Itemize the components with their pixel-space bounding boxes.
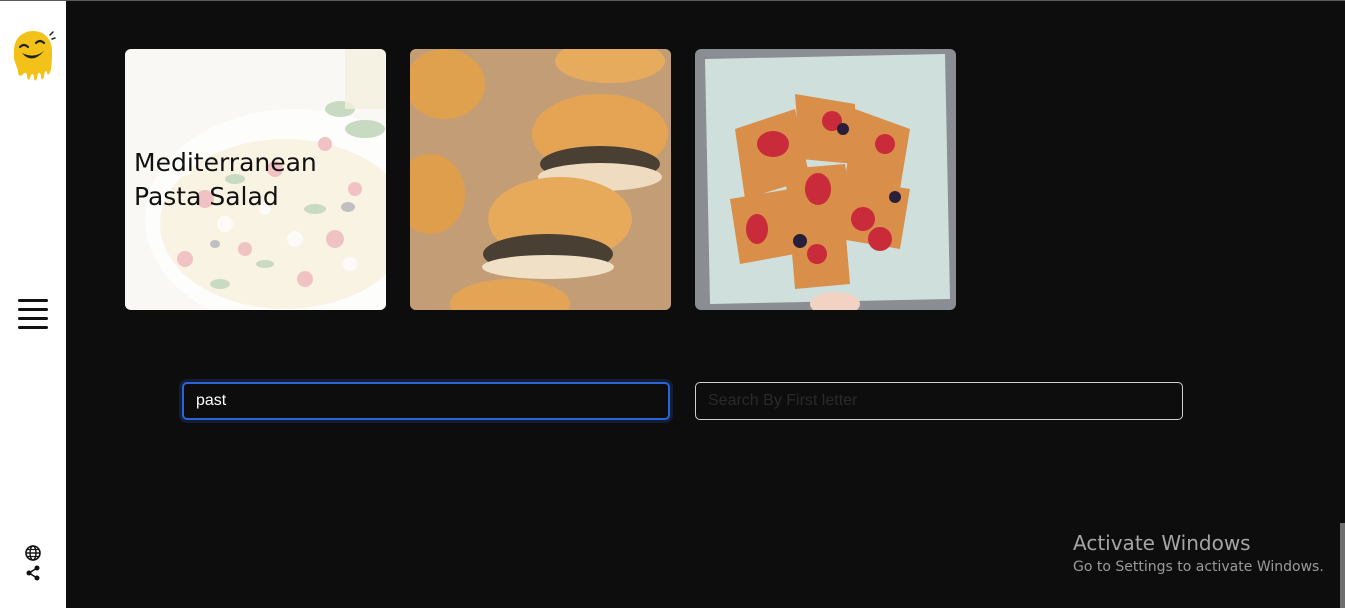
menu-bar (18, 317, 48, 320)
sidebar (0, 1, 66, 608)
meal-card[interactable]: Mediterranean Pasta Salad (125, 49, 386, 310)
menu-bar (18, 326, 48, 329)
menu-bar (18, 308, 48, 311)
sausage-rolls-image (410, 49, 671, 310)
card-title: Mediterranean Pasta Salad (134, 147, 317, 211)
main-content: Mediterranean Pasta Salad past Search By… (66, 1, 1345, 608)
menu-bar (18, 299, 48, 302)
meal-card[interactable] (695, 49, 956, 310)
activate-windows-watermark: Activate Windows Go to Settings to activ… (1073, 531, 1324, 575)
globe-icon[interactable] (25, 545, 41, 561)
card-overlay: Mediterranean Pasta Salad (125, 49, 386, 310)
search-by-first-letter-input[interactable] (695, 382, 1183, 420)
watermark-title: Activate Windows (1073, 531, 1251, 555)
search-by-name-input[interactable] (182, 382, 670, 420)
edge-scrollbar (1340, 523, 1345, 608)
share-icon[interactable] (26, 565, 40, 581)
hamburger-menu-button[interactable] (18, 299, 48, 329)
berry-danish-image (695, 49, 956, 310)
smiley-logo-icon[interactable] (10, 29, 56, 83)
meal-card[interactable] (410, 49, 671, 310)
watermark-subtitle: Go to Settings to activate Windows. (1073, 559, 1324, 575)
